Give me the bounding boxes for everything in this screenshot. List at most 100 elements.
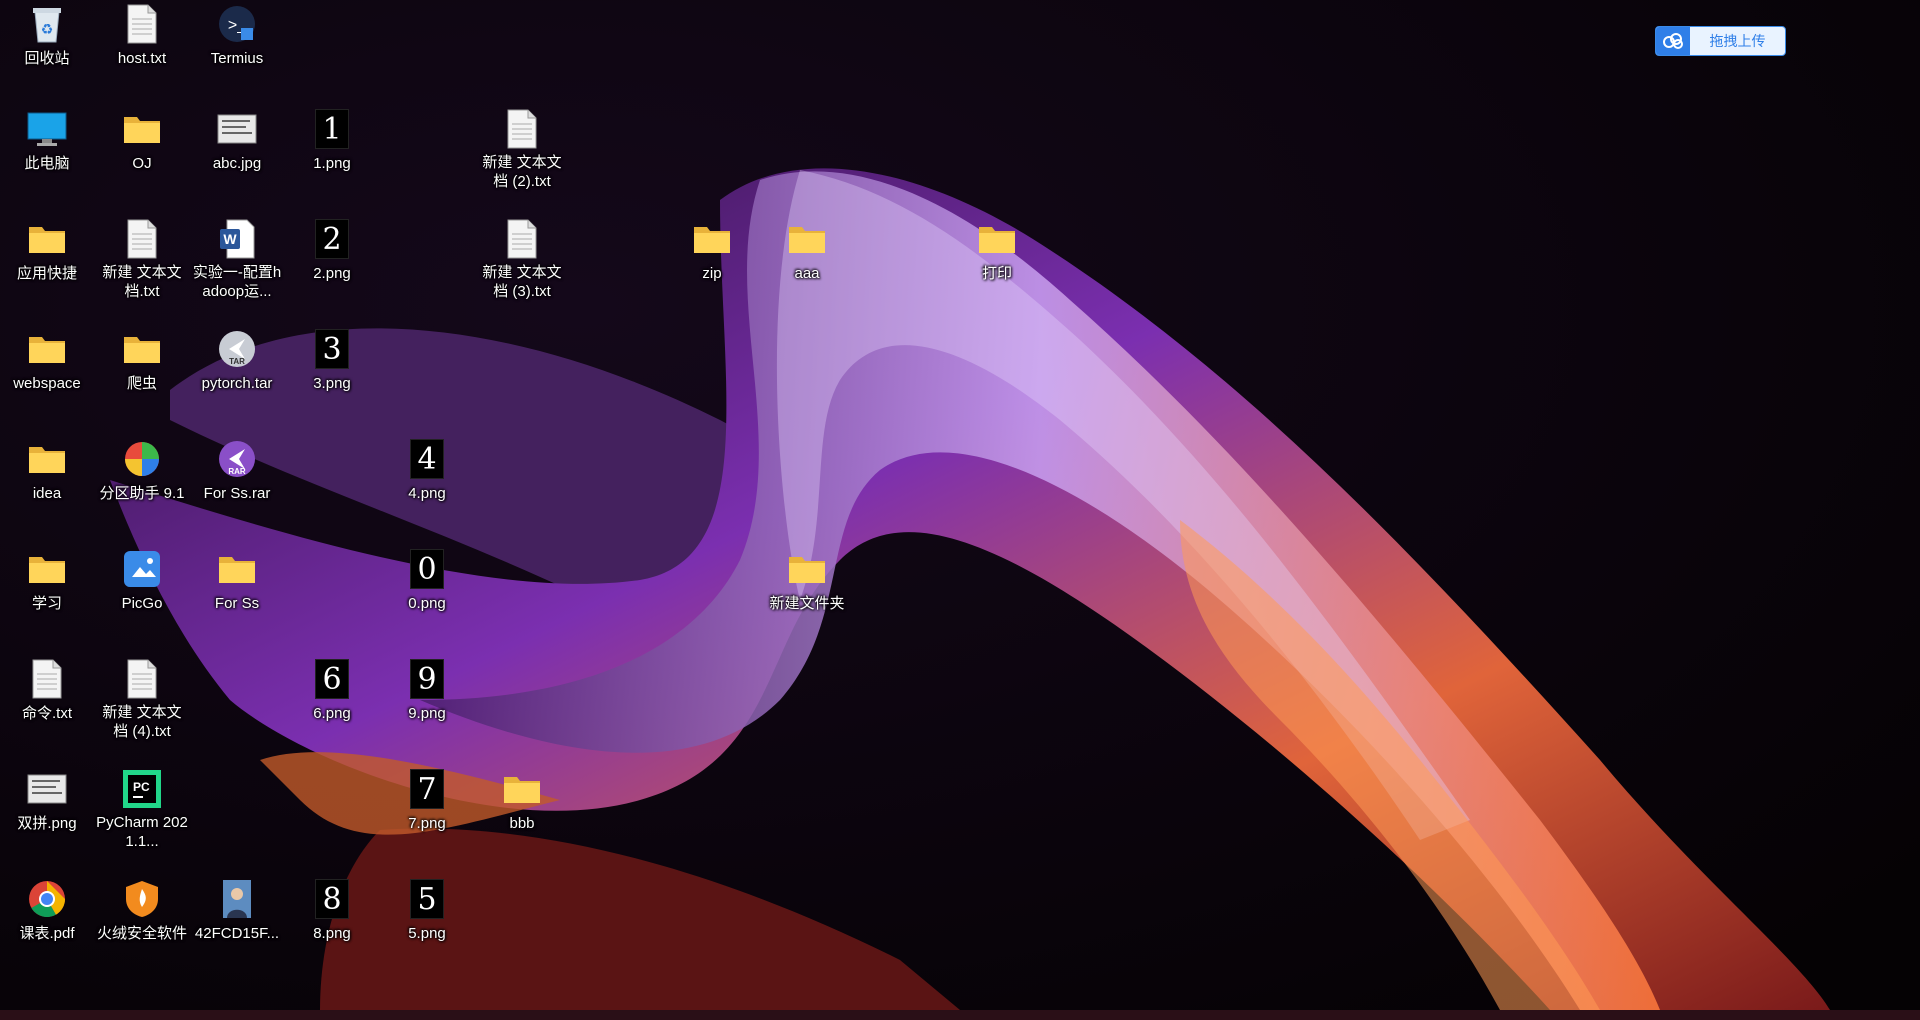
desktop-icon[interactable]: 5 5.png [381, 875, 473, 961]
desktop-icon-label: abc.jpg [212, 155, 262, 172]
desktop-icon[interactable]: 8 8.png [286, 875, 378, 961]
desktop-icon[interactable]: 2 2.png [286, 215, 378, 301]
desktop-icon[interactable]: 此电脑 [1, 105, 93, 191]
svg-text:♻: ♻ [41, 21, 54, 37]
desktop-icon[interactable]: 1 1.png [286, 105, 378, 191]
desktop-icon[interactable]: 应用快捷 [1, 215, 93, 301]
desktop-icon-label: OJ [132, 155, 152, 172]
desktop-icon[interactable]: 42FCD15F... [191, 875, 283, 961]
txt-icon [120, 2, 164, 46]
desktop-icon[interactable]: 新建文件夹 [761, 545, 853, 631]
desktop-icon[interactable]: 新建 文本文档 (3).txt [476, 215, 568, 301]
desktop-icon[interactable]: 7 7.png [381, 765, 473, 851]
huorong-icon [120, 877, 164, 921]
num-icon: 6 [310, 657, 354, 701]
desktop-icon[interactable]: W 实验一-配置hadoop运... [191, 215, 283, 301]
desktop-icon-label: Termius [210, 50, 264, 67]
desktop-icon[interactable]: 打印 [951, 215, 1043, 301]
desktop-icon[interactable]: bbb [476, 765, 568, 851]
num-icon: 1 [310, 107, 354, 151]
desktop-icon[interactable]: RAR For Ss.rar [191, 435, 283, 521]
desktop-icon-label: 此电脑 [24, 155, 70, 172]
folder-icon [500, 767, 544, 811]
desktop-icon-label: 新建文件夹 [769, 595, 845, 612]
num-icon: 5 [405, 877, 449, 921]
desktop-icon[interactable]: abc.jpg [191, 105, 283, 191]
desktop-icon[interactable]: 3 3.png [286, 325, 378, 411]
desktop-icon-label: 6.png [313, 705, 351, 722]
desktop-icon[interactable]: host.txt [96, 0, 188, 86]
desktop-icon[interactable]: 新建 文本文档 (2).txt [476, 105, 568, 191]
txt-icon [500, 107, 544, 150]
desktop-icon-label: host.txt [117, 50, 167, 67]
txt-icon [25, 657, 69, 701]
num-icon: 2 [310, 217, 354, 261]
desktop-icon[interactable]: zip [666, 215, 758, 301]
desktop-icon-label: 9.png [408, 705, 446, 722]
desktop-icon-label: 应用快捷 [16, 265, 77, 282]
desktop-icon[interactable]: ♻ 回收站 [1, 0, 93, 86]
desktop-icon-label: 爬虫 [126, 375, 157, 392]
desktop-icon-label: webspace [13, 375, 81, 392]
desktop-icon-label: 2.png [313, 265, 351, 282]
desktop-icon-label: For Ss.rar [203, 485, 271, 502]
folder-icon [25, 437, 69, 481]
desktop-icon[interactable]: aaa [761, 215, 853, 301]
desktop-icon[interactable]: 9 9.png [381, 655, 473, 741]
desktop-icon[interactable]: 火绒安全软件 [96, 875, 188, 961]
num-icon: 9 [405, 657, 449, 701]
desktop-icon-label: PicGo [121, 595, 163, 612]
desktop-icon[interactable]: 新建 文本文档 (4).txt [96, 655, 188, 741]
folder-icon [975, 217, 1019, 261]
desktop-icon-label: 42FCD15F... [194, 925, 280, 942]
desktop-icon[interactable]: OJ [96, 105, 188, 191]
desktop-icon-label: 新建 文本文档.txt [102, 264, 182, 300]
txt-icon [120, 657, 164, 700]
desktop-icon[interactable]: 分区助手 9.1 [96, 435, 188, 521]
folder-icon [120, 107, 164, 151]
folder-icon [25, 547, 69, 591]
desktop-icon[interactable]: 6 6.png [286, 655, 378, 741]
desktop-icon[interactable]: idea [1, 435, 93, 521]
desktop-icon-label: PyCharm 2021.1... [96, 814, 188, 850]
desktop-icon[interactable]: 新建 文本文档.txt [96, 215, 188, 301]
desktop-icon-label: zip [702, 265, 722, 282]
desktop-icon[interactable]: 命令.txt [1, 655, 93, 741]
word-icon: W [215, 217, 259, 260]
desktop-icon[interactable]: 爬虫 [96, 325, 188, 411]
desktop-icon[interactable]: 课表.pdf [1, 875, 93, 961]
desktop-icon-label: 新建 文本文档 (3).txt [482, 264, 562, 300]
desktop-icon-label: pytorch.tar [201, 375, 273, 392]
image-icon [215, 107, 259, 151]
desktop-icon[interactable]: >_ Termius [191, 0, 283, 86]
folder-icon [785, 217, 829, 261]
folder-icon [25, 327, 69, 371]
tar-icon: TAR [215, 327, 259, 371]
txt-icon [500, 217, 544, 260]
desktop-icon-label: 3.png [313, 375, 351, 392]
desktop-icon[interactable]: PicGo [96, 545, 188, 631]
desktop-icon-label: 双拼.png [17, 815, 77, 832]
drag-upload-button[interactable]: 拖拽上传 [1655, 26, 1786, 56]
taskbar-edge [0, 1010, 1920, 1020]
desktop-icon-label: 7.png [408, 815, 446, 832]
image-icon [25, 767, 69, 811]
partition-icon [120, 437, 164, 481]
desktop-icon[interactable]: 学习 [1, 545, 93, 631]
desktop-icon-label: 5.png [408, 925, 446, 942]
pc-icon [25, 107, 69, 151]
desktop-icon[interactable]: For Ss [191, 545, 283, 631]
desktop-icon[interactable]: webspace [1, 325, 93, 411]
desktop-icon-label: idea [32, 485, 62, 502]
desktop-icon-label: 回收站 [24, 50, 70, 67]
desktop-icon[interactable]: 双拼.png [1, 765, 93, 851]
folder-icon [120, 327, 164, 371]
picgo-icon [120, 547, 164, 591]
svg-text:W: W [223, 231, 237, 247]
desktop-icon[interactable]: TAR pytorch.tar [191, 325, 283, 411]
desktop-icon[interactable]: 0 0.png [381, 545, 473, 631]
desktop-icon-label: 分区助手 9.1 [99, 485, 185, 502]
desktop-icon[interactable]: PC PyCharm 2021.1... [96, 765, 188, 851]
desktop-icon-label: aaa [794, 265, 820, 282]
desktop-icon[interactable]: 4 4.png [381, 435, 473, 521]
